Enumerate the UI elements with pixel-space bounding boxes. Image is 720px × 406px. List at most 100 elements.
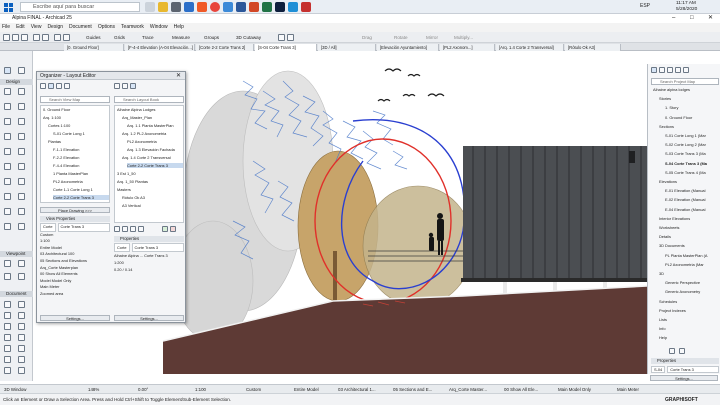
close-icon[interactable]: ✕ <box>176 72 181 80</box>
list-item[interactable]: Plantas <box>48 139 109 144</box>
project-map-item[interactable]: S-05 Corte Trans 4 (Ma <box>665 170 719 175</box>
groups-button[interactable]: Groups <box>204 34 219 41</box>
layer-source-dropdown[interactable]: Custom <box>246 386 261 393</box>
project-map-item[interactable]: 1. Story <box>665 105 719 110</box>
beam-tool-icon[interactable] <box>4 103 11 110</box>
change-tool-icon[interactable] <box>18 367 25 374</box>
list-item[interactable]: Arq_Master_Plan <box>122 115 183 120</box>
label-tool-icon[interactable] <box>18 312 25 319</box>
line-tool-icon[interactable] <box>18 323 25 330</box>
word-icon[interactable] <box>236 2 246 12</box>
chrome-icon[interactable] <box>210 2 220 12</box>
project-map-item[interactable]: Generic Axonometry <box>665 289 719 294</box>
multiply-button[interactable]: Multiply... <box>454 34 473 41</box>
project-map-icon[interactable] <box>40 83 46 89</box>
view-properties-header[interactable]: View Properties <box>40 216 110 222</box>
layout-book-icon[interactable] <box>130 83 136 89</box>
powerpoint-icon[interactable] <box>249 2 259 12</box>
pen-set-row[interactable]: 03 Architectural 100 <box>40 251 110 258</box>
photoshop-icon[interactable] <box>275 2 285 12</box>
opening-tool-icon[interactable] <box>18 208 25 215</box>
drag-button[interactable]: Drag <box>362 34 372 41</box>
skylight-tool-icon[interactable] <box>4 208 11 215</box>
project-map-item[interactable]: S-01 Corte Long 1 (Mar <box>665 133 719 138</box>
project-map-item[interactable]: Worksheets <box>659 225 719 230</box>
project-map-item[interactable]: Help <box>659 335 719 340</box>
redo-icon[interactable] <box>42 34 49 41</box>
window-tool-icon[interactable] <box>18 148 25 155</box>
guides-button[interactable]: Guides <box>86 34 101 41</box>
measure-button[interactable]: Measure <box>172 34 190 41</box>
maximize-icon[interactable]: □ <box>690 14 694 23</box>
hotspot-tool-icon[interactable] <box>4 356 11 363</box>
trace-button[interactable]: Trace <box>142 34 154 41</box>
navigator-properties-fields[interactable]: S-04 Corte Trans 3 <box>651 366 719 373</box>
close-icon[interactable]: ✕ <box>708 14 713 23</box>
graphic-override-row[interactable]: Model Model Only <box>40 278 110 285</box>
project-map-item[interactable]: Alhaine alpina lodges <box>653 87 719 92</box>
marquee-icon[interactable] <box>18 67 25 74</box>
refresh-icon[interactable] <box>162 226 168 232</box>
worksheet-tool-icon[interactable] <box>18 273 25 280</box>
tab-f-4-4-elevation-a-04-elevaci-n[interactable]: [F-4-4 Elevation (A-04 Elevación...] <box>125 44 195 51</box>
menu-document[interactable]: Document <box>69 23 92 32</box>
project-map-item[interactable]: Project Indexes <box>659 308 719 313</box>
stair-tool-icon[interactable] <box>4 133 11 140</box>
wall-end-tool-icon[interactable] <box>18 223 25 230</box>
lamp-tool-icon[interactable] <box>18 193 25 200</box>
save-icon[interactable] <box>21 34 28 41</box>
drawing-tool-icon[interactable] <box>4 345 11 352</box>
project-map-item[interactable]: E-01 Elevation (Manual <box>665 188 719 193</box>
grids-button[interactable]: Grids <box>114 34 125 41</box>
list-item[interactable]: Arq. 1.2 PL2 Axonometria <box>122 131 183 136</box>
undo-icon[interactable] <box>33 34 40 41</box>
door-tool-icon[interactable] <box>4 148 11 155</box>
list-item[interactable]: Alhaine Alpina Lodges <box>117 107 183 112</box>
dimension-row[interactable]: Main Meter <box>40 284 110 291</box>
view-map-icon[interactable] <box>122 83 128 89</box>
archicad-icon[interactable] <box>171 2 181 12</box>
taskbar-search-input[interactable]: Escribe aquí para buscar <box>20 2 140 12</box>
navigator-properties-header[interactable]: Properties <box>651 358 719 364</box>
slab-tool-icon[interactable] <box>18 103 25 110</box>
list-item[interactable]: F-4-4 Elevation <box>53 163 109 168</box>
tab-corte-2-2-corte-trans-2[interactable]: [Corte 2-2 Corte Trans 2] <box>196 44 254 51</box>
view-floor-icon[interactable] <box>287 34 294 41</box>
list-item[interactable]: PL2 Axonometria <box>127 139 183 144</box>
mirror-button[interactable]: Mirror <box>426 34 438 41</box>
list-item[interactable]: Arq. 1.3 Elevación Fachada <box>127 147 183 152</box>
project-map-item[interactable]: Elevations <box>659 179 719 184</box>
open-file-icon[interactable] <box>12 34 19 41</box>
mail-icon[interactable] <box>184 2 194 12</box>
view-3d-icon[interactable] <box>278 34 285 41</box>
graphic-override-dropdown[interactable]: Main Model Only <box>558 386 591 393</box>
rotate-button[interactable]: Rotate <box>394 34 408 41</box>
rotation-angle-field[interactable]: 0.00° <box>138 386 148 393</box>
layout-book-icon[interactable] <box>667 67 673 73</box>
viewpoint-section-header[interactable]: Viewpoint <box>0 251 33 257</box>
list-item[interactable]: 3 Est 1_50 <box>117 171 183 176</box>
clock-date[interactable]: 5/28/2020 <box>676 6 697 13</box>
railing-tool-icon[interactable] <box>18 133 25 140</box>
project-map-item[interactable]: Interior Elevations <box>659 216 719 221</box>
new-subset-icon[interactable] <box>122 226 128 232</box>
tab-3d-all[interactable]: [3D / All] <box>318 44 376 51</box>
list-item[interactable]: Arq. 1_50 Plantas <box>117 179 183 184</box>
menu-file[interactable]: File <box>2 23 10 32</box>
structure-display-row[interactable]: Entire Model <box>40 245 110 252</box>
list-item[interactable]: Rótulo Ok A3 <box>122 195 183 200</box>
3d-cutaway-button[interactable]: 3D Cutaway <box>236 34 261 41</box>
wall-tool-icon[interactable] <box>4 88 11 95</box>
project-map-item[interactable]: E-02 Elevation (Manual <box>665 197 719 202</box>
list-item[interactable]: PL2 Axonometria <box>53 179 109 184</box>
tab-s-04-corte-trans-3[interactable]: [S-04 Corte Trans 3] <box>255 44 317 51</box>
project-map-item[interactable]: S-03 Corte Trans 3 (Ma <box>665 151 719 156</box>
layer-combination-dropdown[interactable]: 00 Show All Ele... <box>504 386 538 393</box>
tab-arq-1-4-corte-2-transversal[interactable]: [Arq. 1.4 Corte 2 Transversal] <box>496 44 564 51</box>
list-item[interactable]: A3 Vertical <box>122 203 183 208</box>
menu-design[interactable]: Design <box>47 23 63 32</box>
project-map-item[interactable]: S-04 Corte Trans 3 (Ma <box>665 161 719 166</box>
structure-display-dropdown[interactable]: Entire Model <box>294 386 319 393</box>
project-map-item[interactable]: PL Planta MasterPlan (A <box>665 253 719 258</box>
publisher-icon[interactable] <box>675 67 681 73</box>
